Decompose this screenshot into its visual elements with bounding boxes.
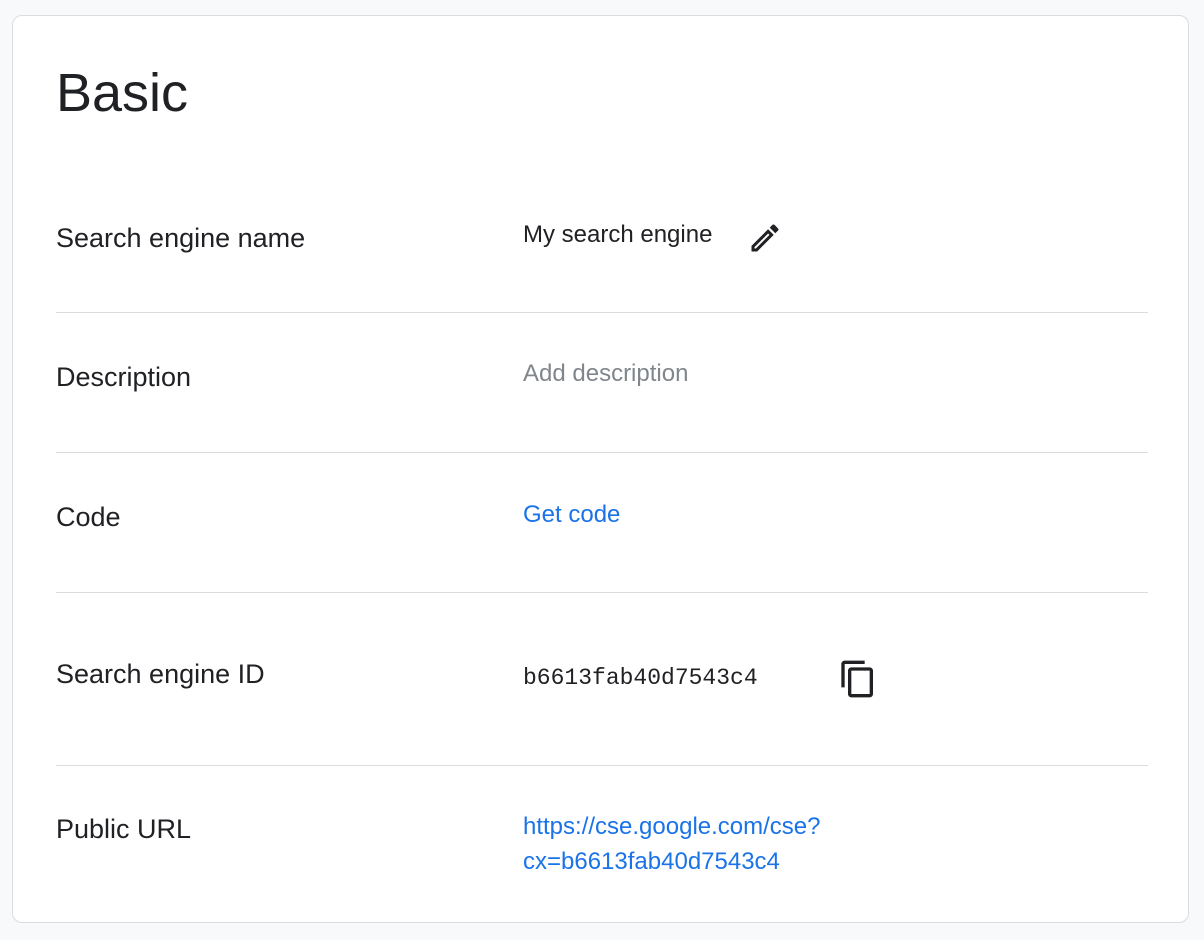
card-title: Basic bbox=[56, 63, 189, 123]
basic-settings-card: Basic Search engine name My search engin… bbox=[12, 15, 1189, 923]
copy-id-button[interactable] bbox=[836, 657, 880, 701]
public-url-line-1: https://cse.google.com/cse? bbox=[523, 813, 821, 840]
get-code-link[interactable]: Get code bbox=[523, 498, 620, 533]
row-divider bbox=[56, 452, 1148, 453]
search-engine-id-value: b6613fab40d7543c4 bbox=[523, 665, 758, 691]
copy-icon bbox=[838, 659, 878, 699]
edit-name-button[interactable] bbox=[743, 216, 787, 260]
search-engine-id-label: Search engine ID bbox=[56, 659, 265, 689]
public-url-label: Public URL bbox=[56, 814, 192, 844]
row-divider bbox=[56, 765, 1148, 766]
description-label: Description bbox=[56, 362, 192, 392]
public-url-line-2: cx=b6613fab40d7543c4 bbox=[523, 847, 780, 875]
search-engine-name-value: My search engine bbox=[523, 221, 713, 248]
code-label: Code bbox=[56, 502, 121, 532]
public-url-link[interactable]: https://cse.google.com/cse? cx=b6613fab4… bbox=[523, 810, 821, 880]
row-divider bbox=[56, 592, 1148, 593]
row-divider bbox=[56, 312, 1148, 313]
description-placeholder[interactable]: Add description bbox=[523, 357, 688, 392]
search-engine-name-label: Search engine name bbox=[56, 223, 306, 253]
pencil-icon bbox=[747, 220, 783, 256]
